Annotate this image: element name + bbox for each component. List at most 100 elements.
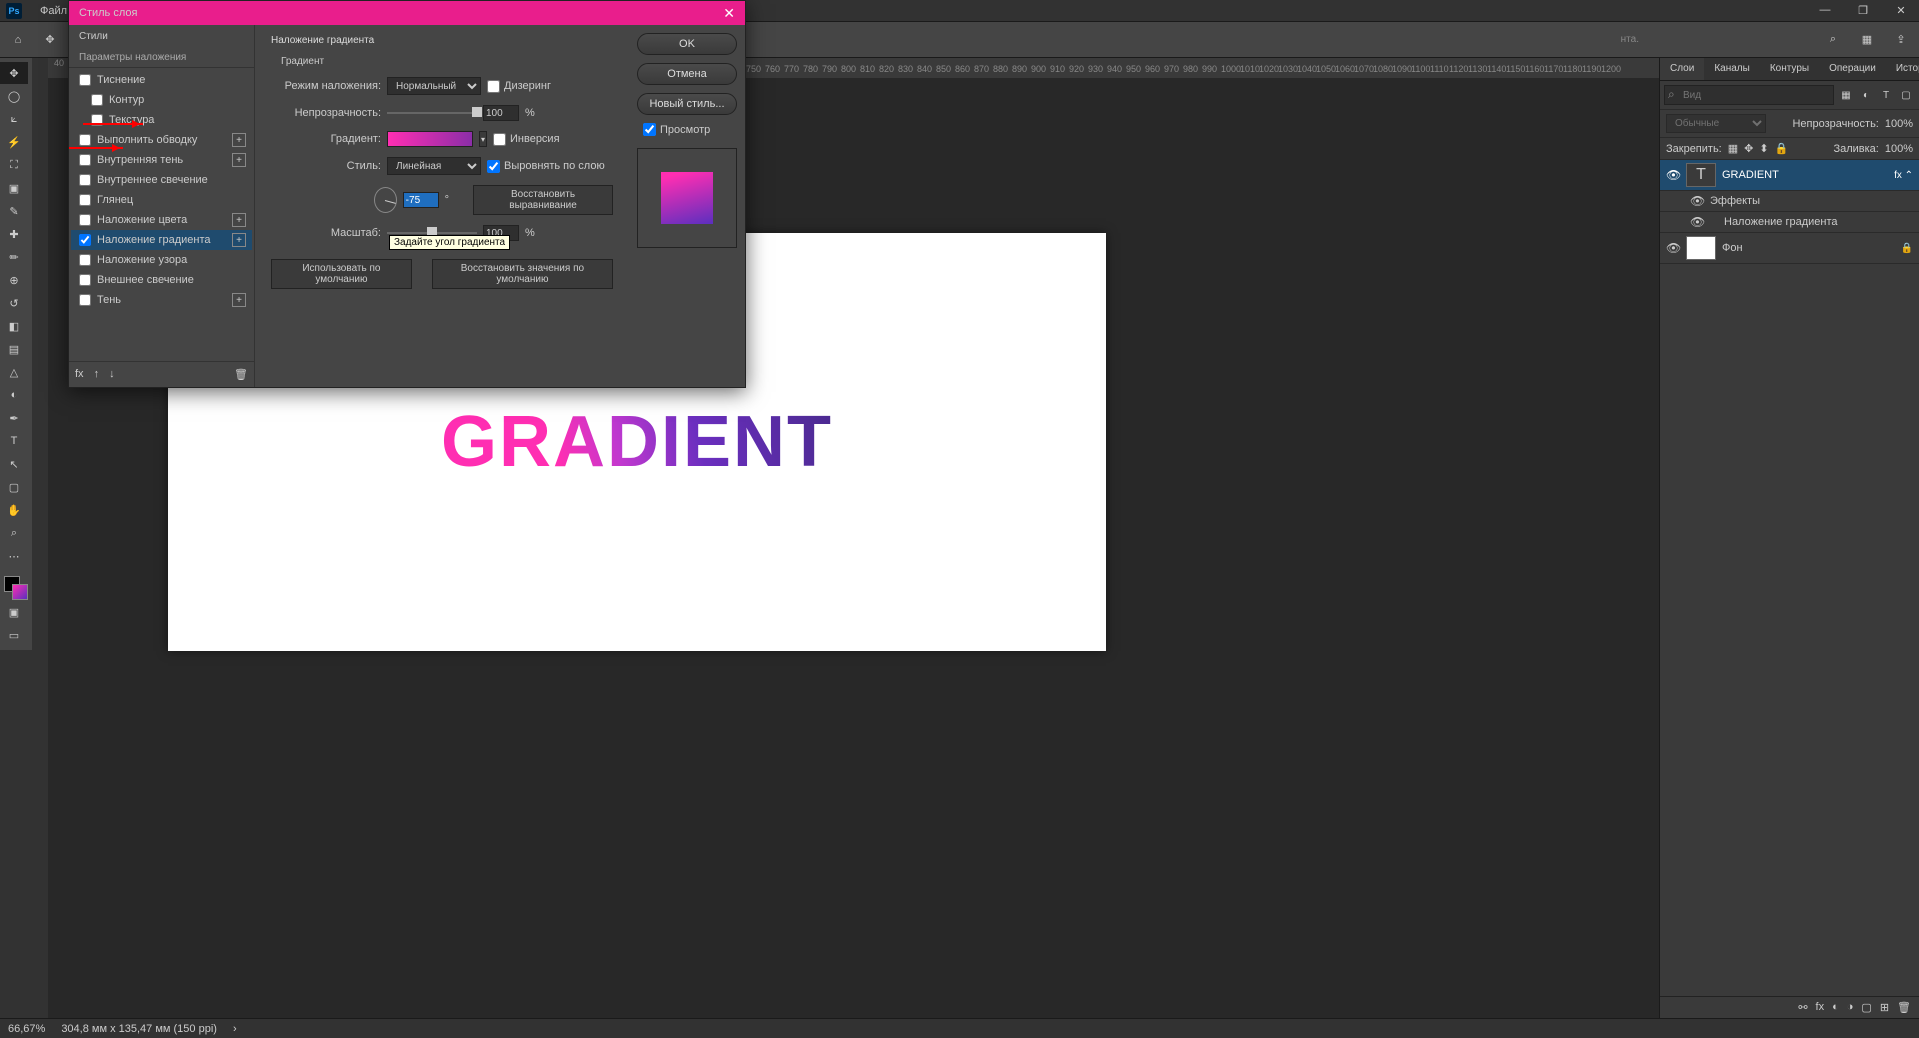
lock-position-icon[interactable]: ✥ <box>1744 142 1753 155</box>
new-style-button[interactable]: Новый стиль... <box>637 93 737 115</box>
effect-bevel[interactable]: Тиснение <box>71 70 252 90</box>
blending-options[interactable]: Параметры наложения <box>69 48 254 68</box>
fill-value[interactable]: 100% <box>1885 143 1913 155</box>
search-icon[interactable]: ⌕ <box>1821 28 1845 52</box>
opacity-slider[interactable] <box>387 107 477 119</box>
effect-contour[interactable]: Контур <box>71 90 252 110</box>
move-tool[interactable]: ✥ <box>0 62 28 84</box>
magic-wand-tool[interactable]: ⚡ <box>0 131 28 153</box>
plus-icon[interactable]: + <box>232 133 246 147</box>
layer-gradient[interactable]: 👁 T GRADIENT fx ⌃ <box>1660 160 1919 191</box>
layer-background[interactable]: 👁 Фон 🔒 <box>1660 233 1919 264</box>
checkbox[interactable] <box>79 134 91 146</box>
tab-actions[interactable]: Операции <box>1819 58 1886 80</box>
dither-checkbox[interactable]: Дизеринг <box>487 80 551 93</box>
arrange-icon[interactable]: ▦ <box>1855 28 1879 52</box>
plus-icon[interactable]: + <box>232 153 246 167</box>
healing-tool[interactable]: ✚ <box>0 223 28 245</box>
adjust-icon[interactable]: ◑ <box>1847 1001 1854 1014</box>
link-icon[interactable]: ⚯ <box>1798 1001 1807 1014</box>
effect-drop-shadow[interactable]: Тень+ <box>71 290 252 310</box>
layer-effects-group[interactable]: 👁 Эффекты <box>1660 191 1919 212</box>
shape-tool[interactable]: ▢ <box>0 476 28 498</box>
down-icon[interactable]: ↓ <box>109 368 115 381</box>
screen-mode-tool[interactable]: ▭ <box>0 624 28 646</box>
zoom-level[interactable]: 66,67% <box>8 1023 45 1035</box>
style-select[interactable]: Линейная <box>387 157 481 175</box>
filter-pixel-icon[interactable]: ▦ <box>1838 87 1854 103</box>
lock-all-icon[interactable]: 🔒 <box>1775 142 1789 155</box>
effect-pattern-overlay[interactable]: Наложение узора <box>71 250 252 270</box>
effect-inner-glow[interactable]: Внутреннее свечение <box>71 170 252 190</box>
effect-color-overlay[interactable]: Наложение цвета+ <box>71 210 252 230</box>
opacity-value[interactable]: 100% <box>1885 118 1913 130</box>
zoom-tool[interactable]: ⌕ <box>0 522 28 544</box>
effect-texture[interactable]: Текстура <box>71 110 252 130</box>
checkbox[interactable] <box>79 74 91 86</box>
plus-icon[interactable]: + <box>232 293 246 307</box>
effect-satin[interactable]: Глянец <box>71 190 252 210</box>
plus-icon[interactable]: + <box>232 213 246 227</box>
lasso-tool[interactable]: ⟀ <box>0 108 28 130</box>
clone-tool[interactable]: ⊕ <box>0 269 28 291</box>
reset-align-button[interactable]: Восстановить выравнивание <box>473 185 613 215</box>
ok-button[interactable]: OK <box>637 33 737 55</box>
layer-blend-mode[interactable]: Обычные <box>1666 114 1766 133</box>
share-icon[interactable]: ⇪ <box>1889 28 1913 52</box>
checkbox[interactable] <box>79 214 91 226</box>
checkbox[interactable] <box>79 194 91 206</box>
gradient-dropdown-icon[interactable]: ▾ <box>479 131 487 147</box>
frame-tool[interactable]: ▣ <box>0 177 28 199</box>
visibility-icon[interactable]: 👁 <box>1666 241 1680 255</box>
fx-badge[interactable]: fx ⌃ <box>1894 170 1913 181</box>
home-icon[interactable]: ⌂ <box>6 28 30 52</box>
align-checkbox[interactable]: Выровнять по слою <box>487 160 605 173</box>
quick-mask-tool[interactable]: ▣ <box>0 601 28 623</box>
type-tool[interactable]: T <box>0 430 28 452</box>
reset-default-button[interactable]: Восстановить значения по умолчанию <box>432 259 613 289</box>
tab-channels[interactable]: Каналы <box>1704 58 1760 80</box>
tab-history[interactable]: История <box>1886 58 1919 80</box>
checkbox[interactable] <box>79 174 91 186</box>
maximize-icon[interactable]: ❐ <box>1851 4 1875 17</box>
layer-effect-gradient[interactable]: 👁 Наложение градиента <box>1660 212 1919 233</box>
close-icon[interactable]: ✕ <box>1889 4 1913 17</box>
angle-input[interactable] <box>403 192 439 208</box>
plus-icon[interactable]: + <box>232 233 246 247</box>
chevron-right-icon[interactable]: › <box>233 1023 237 1035</box>
blend-mode-select[interactable]: Нормальный <box>387 77 481 95</box>
pen-tool[interactable]: ✒ <box>0 407 28 429</box>
close-icon[interactable]: ✕ <box>723 5 735 22</box>
cancel-button[interactable]: Отмена <box>637 63 737 85</box>
reverse-checkbox[interactable]: Инверсия <box>493 133 560 146</box>
checkbox[interactable] <box>79 234 91 246</box>
gradient-picker[interactable] <box>387 131 473 147</box>
blur-tool[interactable]: △ <box>0 361 28 383</box>
lock-pixels-icon[interactable]: ▦ <box>1728 142 1738 155</box>
checkbox[interactable] <box>79 154 91 166</box>
marquee-tool[interactable]: ◯ <box>0 85 28 107</box>
layer-search-input[interactable] <box>1664 85 1834 105</box>
dialog-titlebar[interactable]: Стиль слоя ✕ <box>69 1 745 25</box>
lock-artboard-icon[interactable]: ⬍ <box>1759 142 1768 155</box>
up-icon[interactable]: ↑ <box>94 368 100 381</box>
color-swatches[interactable] <box>0 574 32 600</box>
angle-dial[interactable] <box>374 187 397 213</box>
background-color[interactable] <box>12 584 28 600</box>
filter-type-icon[interactable]: T <box>1878 87 1894 103</box>
crop-tool[interactable]: ⛶ <box>0 154 28 176</box>
checkbox[interactable] <box>79 294 91 306</box>
effect-outer-glow[interactable]: Внешнее свечение <box>71 270 252 290</box>
fx-icon[interactable]: fx <box>1816 1001 1825 1014</box>
eraser-tool[interactable]: ◧ <box>0 315 28 337</box>
trash-icon[interactable]: 🗑 <box>1897 1001 1911 1014</box>
checkbox[interactable] <box>79 254 91 266</box>
tab-paths[interactable]: Контуры <box>1760 58 1819 80</box>
opacity-input[interactable] <box>483 105 519 121</box>
fx-icon[interactable]: fx <box>75 368 84 381</box>
hand-tool[interactable]: ✋ <box>0 499 28 521</box>
new-layer-icon[interactable]: ⊞ <box>1880 1001 1889 1014</box>
visibility-icon[interactable]: 👁 <box>1690 215 1704 229</box>
make-default-button[interactable]: Использовать по умолчанию <box>271 259 412 289</box>
dodge-tool[interactable]: ◐ <box>0 384 28 406</box>
